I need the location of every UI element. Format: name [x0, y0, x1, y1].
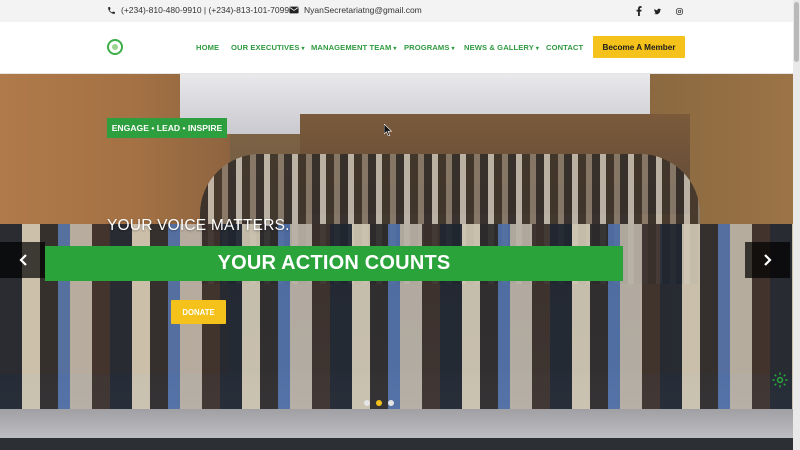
- slogan-tag: ENGAGE • LEAD • INSPIRE: [107, 118, 227, 138]
- email-contact[interactable]: NyanSecretariatng@gmail.com: [289, 5, 422, 15]
- slider-dots: [364, 400, 394, 406]
- chevron-down-icon: ▾: [393, 46, 397, 52]
- chevron-down-icon: ▾: [301, 46, 305, 52]
- donate-button[interactable]: DONATE: [171, 300, 226, 324]
- nav-contact[interactable]: CONTACT: [546, 43, 583, 52]
- page-scrollbar[interactable]: [793, 0, 800, 450]
- slider-dot[interactable]: [376, 400, 382, 406]
- phone-icon: [108, 6, 115, 14]
- nav-label: PROGRAMS: [404, 43, 450, 52]
- top-contact-bar: (+234)-810-480-9910 | (+234)-813-101-709…: [0, 0, 800, 22]
- slider-next-button[interactable]: [745, 242, 790, 278]
- chevron-right-icon: [763, 254, 772, 266]
- instagram-icon[interactable]: [676, 5, 688, 17]
- chevron-down-icon: ▾: [451, 46, 455, 52]
- scrollbar-thumb[interactable]: [794, 2, 799, 62]
- hero-slider: ENGAGE • LEAD • INSPIRE YOUR VOICE MATTE…: [0, 74, 800, 438]
- nav-management-team[interactable]: MANAGEMENT TEAM ▾: [311, 43, 397, 52]
- slider-prev-button[interactable]: [0, 242, 45, 278]
- nav-label: NEWS & GALLERY: [464, 43, 534, 52]
- nav-label: MANAGEMENT TEAM: [311, 43, 392, 52]
- nav-label: CONTACT: [546, 43, 584, 52]
- site-header: HOME OUR EXECUTIVES ▾ MANAGEMENT TEAM ▾ PR…: [0, 22, 800, 74]
- settings-gear-icon[interactable]: [770, 370, 790, 390]
- nav-our-executives[interactable]: OUR EXECUTIVES ▾: [231, 43, 305, 52]
- chevron-left-icon: [18, 254, 27, 266]
- nav-programs[interactable]: PROGRAMS ▾: [404, 43, 455, 52]
- mail-icon: [289, 6, 299, 14]
- nav-home[interactable]: HOME: [196, 43, 219, 52]
- become-member-button[interactable]: Become A Member: [593, 36, 685, 58]
- mouse-cursor-icon: [384, 124, 392, 136]
- hero-banner-text: YOUR ACTION COUNTS: [217, 252, 451, 274]
- chevron-down-icon: ▾: [535, 46, 540, 52]
- footer-strip: [0, 438, 800, 450]
- slider-dot[interactable]: [364, 400, 370, 406]
- phone-contact: (+234)-810-480-9910 | (+234)-813-101-709…: [107, 5, 289, 15]
- twitter-icon[interactable]: [654, 5, 666, 17]
- site-logo[interactable]: [107, 39, 123, 55]
- hero-headline: YOUR VOICE MATTERS.: [107, 217, 290, 234]
- hero-banner: YOUR ACTION COUNTS: [45, 246, 623, 281]
- nav-label: OUR EXECUTIVES: [231, 43, 300, 52]
- facebook-icon[interactable]: [635, 5, 647, 17]
- email-text: NyanSecretariatng@gmail.com: [304, 5, 422, 15]
- nav-label: HOME: [196, 43, 220, 52]
- phone-text: (+234)-810-480-9910 | (+234)-813-101-709…: [121, 5, 290, 15]
- slider-dot[interactable]: [388, 400, 394, 406]
- nav-news-gallery[interactable]: NEWS & GALLERY ▾: [464, 43, 539, 52]
